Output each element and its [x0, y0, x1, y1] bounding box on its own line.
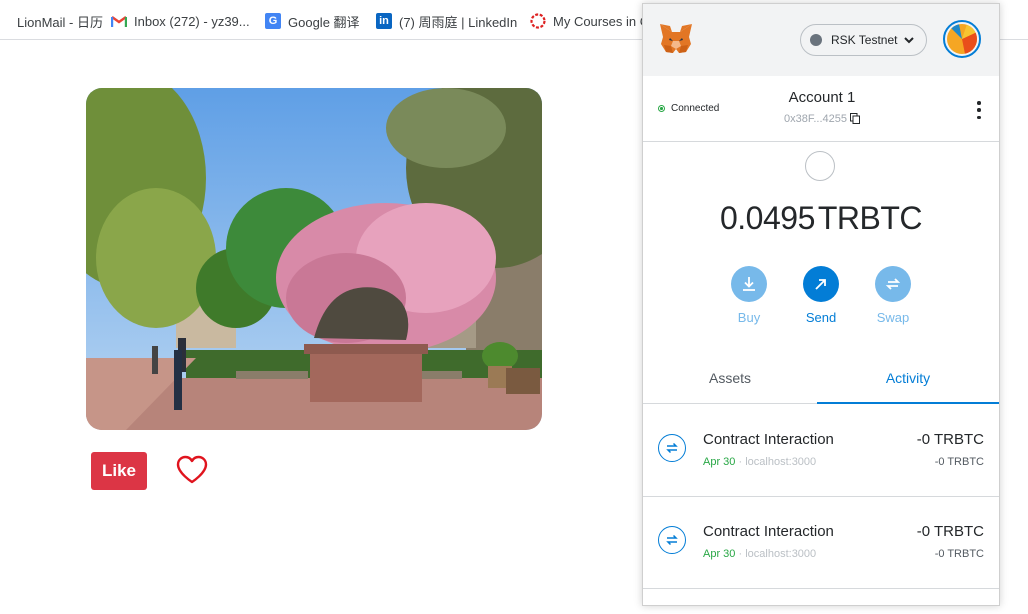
send-button[interactable]: Send: [791, 266, 851, 325]
metamask-fox-logo[interactable]: [658, 22, 694, 56]
like-button[interactable]: Like: [91, 452, 147, 490]
swap-label: Swap: [876, 310, 910, 325]
bookmark-google-translate[interactable]: G Google 翻译: [265, 11, 360, 31]
swap-arrows-icon: [875, 266, 911, 302]
chevron-down-icon: [904, 37, 914, 44]
balance-value: 0.0495: [719, 200, 815, 236]
account-name[interactable]: Account 1: [743, 89, 901, 106]
token-icon: [805, 151, 835, 181]
transaction-separator: ·: [738, 456, 743, 468]
transaction-row[interactable]: Contract Interaction Apr 30 · localhost:…: [643, 405, 999, 497]
campus-photo: [86, 88, 542, 430]
account-avatar-button[interactable]: [943, 20, 981, 58]
tab-activity[interactable]: Activity: [817, 356, 999, 404]
account-address: 0x38F...4255: [784, 113, 847, 125]
folder-icon: [0, 13, 10, 29]
send-label: Send: [805, 310, 837, 325]
transaction-amount: -0 TRBTC: [916, 431, 984, 448]
bookmark-label: Inbox (272) - yz39...: [134, 13, 250, 29]
transaction-title: Contract Interaction: [703, 431, 834, 448]
account-options-menu-icon[interactable]: [974, 100, 984, 120]
network-status-dot: [810, 34, 822, 46]
wallet-tabs: Assets Activity: [643, 356, 999, 404]
google-translate-icon: G: [265, 13, 281, 29]
tab-assets[interactable]: Assets: [643, 356, 817, 403]
transaction-title: Contract Interaction: [703, 523, 834, 540]
transaction-date: Apr 30: [703, 456, 736, 468]
balance-currency: TRBTC: [817, 200, 923, 236]
network-selector[interactable]: RSK Testnet: [800, 24, 927, 56]
arrow-up-right-icon: [803, 266, 839, 302]
gmail-icon: [111, 13, 127, 29]
account-bar: Connected Account 1 0x38F...4255: [643, 76, 999, 142]
download-icon: [731, 266, 767, 302]
bookmark-label: LionMail - 日历: [17, 14, 103, 30]
contract-interaction-icon: [658, 526, 686, 554]
transaction-subtitle: Apr 30 · localhost:3000: [703, 456, 816, 468]
contract-interaction-icon: [658, 434, 686, 462]
transaction-amount: -0 TRBTC: [916, 523, 984, 540]
transaction-amount-secondary: -0 TRBTC: [934, 456, 984, 468]
transaction-amount-secondary: -0 TRBTC: [934, 548, 984, 560]
copy-icon: [850, 113, 860, 124]
metamask-header: RSK Testnet: [643, 4, 999, 76]
account-address-copy[interactable]: 0x38F...4255: [743, 113, 901, 125]
transaction-date: Apr 30: [703, 548, 736, 560]
swap-button[interactable]: Swap: [863, 266, 923, 325]
buy-label: Buy: [737, 310, 761, 325]
bookmark-lionmail[interactable]: LionMail - 日历: [0, 11, 103, 31]
connected-status[interactable]: Connected: [658, 103, 719, 114]
transaction-list-overflow: [643, 589, 999, 605]
transaction-origin: localhost:3000: [745, 456, 817, 468]
linkedin-icon: in: [376, 13, 392, 29]
bookmark-label: (7) 周雨庭 | LinkedIn: [399, 14, 518, 30]
bookmark-linkedin[interactable]: in (7) 周雨庭 | LinkedIn: [376, 11, 517, 31]
buy-button[interactable]: Buy: [719, 266, 779, 325]
transaction-separator: ·: [738, 548, 743, 560]
courses-icon: [530, 13, 546, 29]
transaction-row[interactable]: Contract Interaction Apr 30 · localhost:…: [643, 497, 999, 589]
wallet-actions: Buy Send Swap: [643, 266, 999, 326]
balance-display: 0.0495TRBTC: [643, 200, 999, 237]
bookmark-gmail[interactable]: Inbox (272) - yz39...: [111, 11, 250, 31]
account-identicon: [947, 24, 977, 54]
network-label: RSK Testnet: [831, 33, 898, 47]
metamask-popup: RSK Testnet Connected Account 1 0x38F...…: [642, 3, 1000, 606]
bookmark-label: Google 翻译: [288, 14, 360, 30]
transaction-origin: localhost:3000: [745, 548, 817, 560]
heart-outline-icon[interactable]: [176, 455, 208, 485]
bookmark-my-courses[interactable]: My Courses in C: [530, 11, 649, 31]
bookmark-label: My Courses in C: [553, 13, 650, 29]
connected-dot: [658, 105, 665, 112]
transaction-subtitle: Apr 30 · localhost:3000: [703, 548, 816, 560]
connected-label: Connected: [671, 103, 720, 114]
campus-photo-image: [86, 88, 542, 430]
